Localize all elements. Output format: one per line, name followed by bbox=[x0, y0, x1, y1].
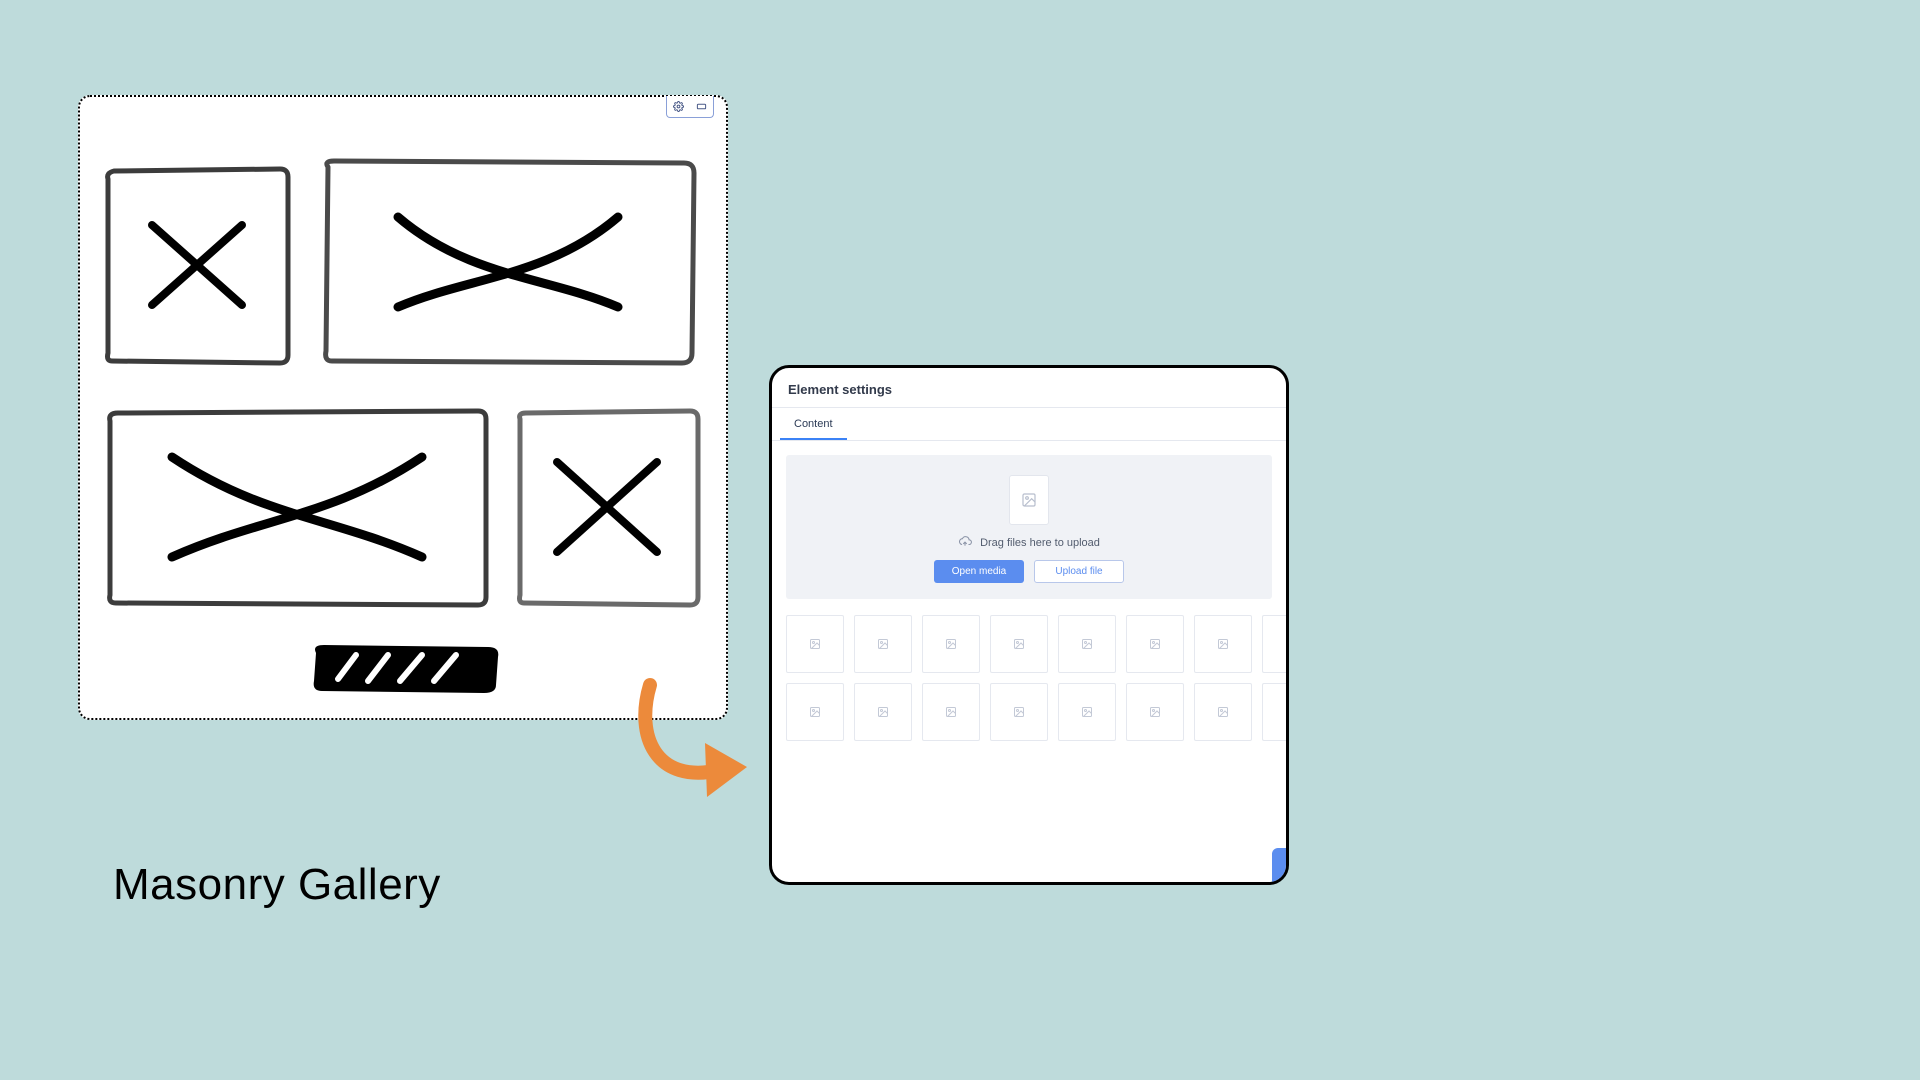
upload-dropzone[interactable]: Drag files here to upload Open media Upl… bbox=[786, 455, 1272, 599]
gallery-thumbnail[interactable] bbox=[922, 683, 980, 741]
tab-content[interactable]: Content bbox=[780, 408, 847, 440]
gallery-thumbnail[interactable] bbox=[854, 683, 912, 741]
gear-icon[interactable] bbox=[673, 101, 684, 112]
gallery-thumbnail[interactable] bbox=[1262, 615, 1289, 673]
masonry-tile bbox=[102, 165, 292, 365]
gallery-thumbnail[interactable] bbox=[1058, 683, 1116, 741]
masonry-tile bbox=[512, 407, 702, 607]
gallery-thumbnail[interactable] bbox=[1194, 615, 1252, 673]
gallery-thumbnail[interactable] bbox=[786, 615, 844, 673]
gallery-thumbnail[interactable] bbox=[1126, 615, 1184, 673]
masonry-tile bbox=[318, 157, 698, 367]
panel-accent-corner bbox=[1272, 848, 1286, 882]
open-media-button[interactable]: Open media bbox=[934, 560, 1024, 583]
wireframe-canvas bbox=[78, 95, 728, 720]
gallery-thumbnail[interactable] bbox=[990, 615, 1048, 673]
arrow-icon bbox=[625, 675, 765, 825]
dropzone-hint-text: Drag files here to upload bbox=[980, 537, 1100, 549]
cloud-upload-icon bbox=[958, 535, 972, 550]
gallery-thumbnail[interactable] bbox=[1194, 683, 1252, 741]
wireframe-toolbar bbox=[666, 96, 714, 118]
thumbnail-grid bbox=[772, 613, 1286, 765]
gallery-thumbnail[interactable] bbox=[1262, 683, 1289, 741]
load-more-button-sketch bbox=[306, 641, 504, 695]
gallery-thumbnail[interactable] bbox=[854, 615, 912, 673]
panel-title: Element settings bbox=[772, 368, 1286, 408]
element-settings-panel: Element settings Content Drag file bbox=[769, 365, 1289, 885]
caption: Masonry Gallery bbox=[113, 860, 441, 910]
gallery-thumbnail[interactable] bbox=[1058, 615, 1116, 673]
masonry-tile bbox=[102, 407, 492, 607]
gallery-thumbnail[interactable] bbox=[990, 683, 1048, 741]
panel-tabs: Content bbox=[772, 408, 1286, 441]
image-placeholder-icon bbox=[1009, 475, 1049, 525]
dropzone-hint: Drag files here to upload bbox=[958, 535, 1100, 550]
gallery-thumbnail[interactable] bbox=[786, 683, 844, 741]
upload-file-button[interactable]: Upload file bbox=[1034, 560, 1124, 583]
expand-icon[interactable] bbox=[696, 101, 707, 112]
gallery-thumbnail[interactable] bbox=[1126, 683, 1184, 741]
gallery-thumbnail[interactable] bbox=[922, 615, 980, 673]
